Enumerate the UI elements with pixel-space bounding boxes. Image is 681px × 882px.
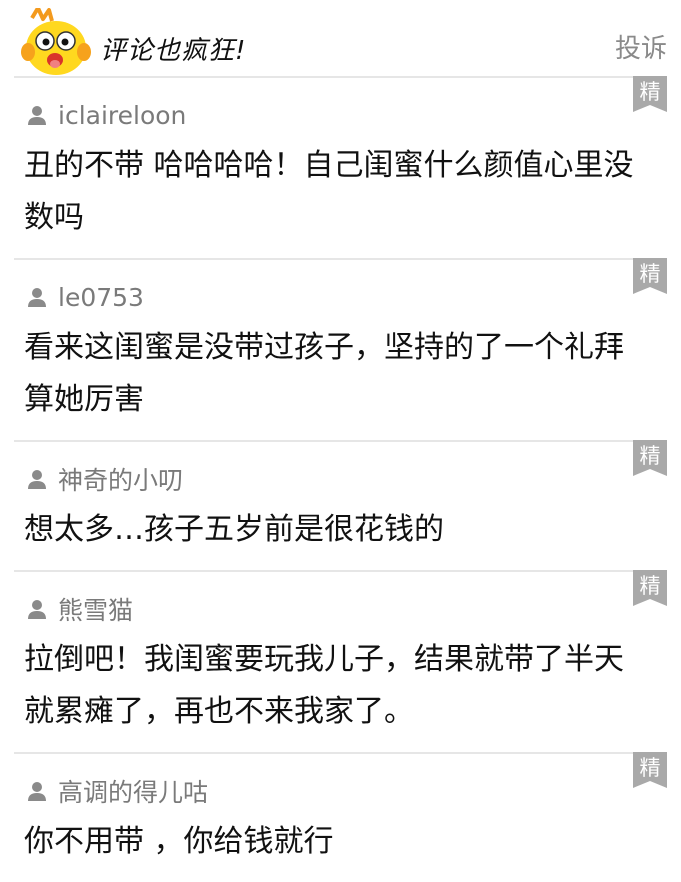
- yellow-chick-mascot-icon: [21, 8, 91, 75]
- comment-text: 丑的不带 哈哈哈哈！自己闺蜜什么颜值心里没数吗: [24, 148, 634, 235]
- comment-text: 想太多…孩子五岁前是很花钱的: [24, 512, 444, 547]
- comment-user: iclaireloon: [26, 100, 186, 130]
- comment-item: 精 熊雪猫 拉倒吧！我闺蜜要玩我儿子，结果就带了半天就累瘫了，再也不来我家了。: [14, 570, 667, 753]
- comment-user: le0753: [26, 282, 144, 312]
- comment-text: 你不用带 ，你给钱就行: [24, 824, 334, 859]
- featured-badge: 精: [633, 440, 667, 476]
- featured-badge: 精: [633, 76, 667, 112]
- comment-item: 精 le0753 看来这闺蜜是没带过孩子，坚持的了一个礼拜算她厉害: [14, 258, 667, 441]
- comments-page: 评论也疯狂! 投诉 精 iclaireloon 丑的不带 哈哈哈哈！自己闺蜜什么…: [0, 0, 681, 882]
- username[interactable]: 高调的得儿咕: [58, 773, 208, 809]
- comment-user: 熊雪猫: [26, 591, 133, 627]
- user-icon: [28, 600, 46, 619]
- comment-item: 精 iclaireloon 丑的不带 哈哈哈哈！自己闺蜜什么颜值心里没数吗: [14, 76, 667, 259]
- featured-badge: 精: [633, 570, 667, 606]
- user-icon: [28, 106, 46, 125]
- featured-badge-label: 精: [639, 80, 661, 104]
- featured-badge-label: 精: [639, 756, 661, 780]
- comment-user: 神奇的小叨: [26, 461, 183, 497]
- featured-badge-label: 精: [639, 444, 661, 468]
- report-link[interactable]: 投诉: [615, 28, 667, 65]
- comment-text: 看来这闺蜜是没带过孩子，坚持的了一个礼拜算她厉害: [24, 330, 624, 417]
- page-title: 评论也疯狂!: [100, 36, 247, 66]
- featured-badge: 精: [633, 258, 667, 294]
- comment-text: 拉倒吧！我闺蜜要玩我儿子，结果就带了半天就累瘫了，再也不来我家了。: [24, 642, 624, 729]
- username[interactable]: iclaireloon: [58, 101, 186, 130]
- featured-badge: 精: [633, 752, 667, 788]
- featured-badge-label: 精: [639, 574, 661, 598]
- user-icon: [28, 288, 46, 307]
- comment-item: 精 高调的得儿咕 你不用带 ，你给钱就行: [14, 752, 667, 882]
- header: 评论也疯狂! 投诉: [0, 0, 681, 76]
- username[interactable]: le0753: [58, 283, 144, 312]
- featured-badge-label: 精: [639, 262, 661, 286]
- comment-user: 高调的得儿咕: [26, 773, 208, 809]
- username[interactable]: 熊雪猫: [58, 591, 133, 627]
- comment-item: 精 神奇的小叨 想太多…孩子五岁前是很花钱的: [14, 440, 667, 571]
- user-icon: [28, 470, 46, 489]
- user-icon: [28, 782, 46, 801]
- username[interactable]: 神奇的小叨: [58, 461, 183, 497]
